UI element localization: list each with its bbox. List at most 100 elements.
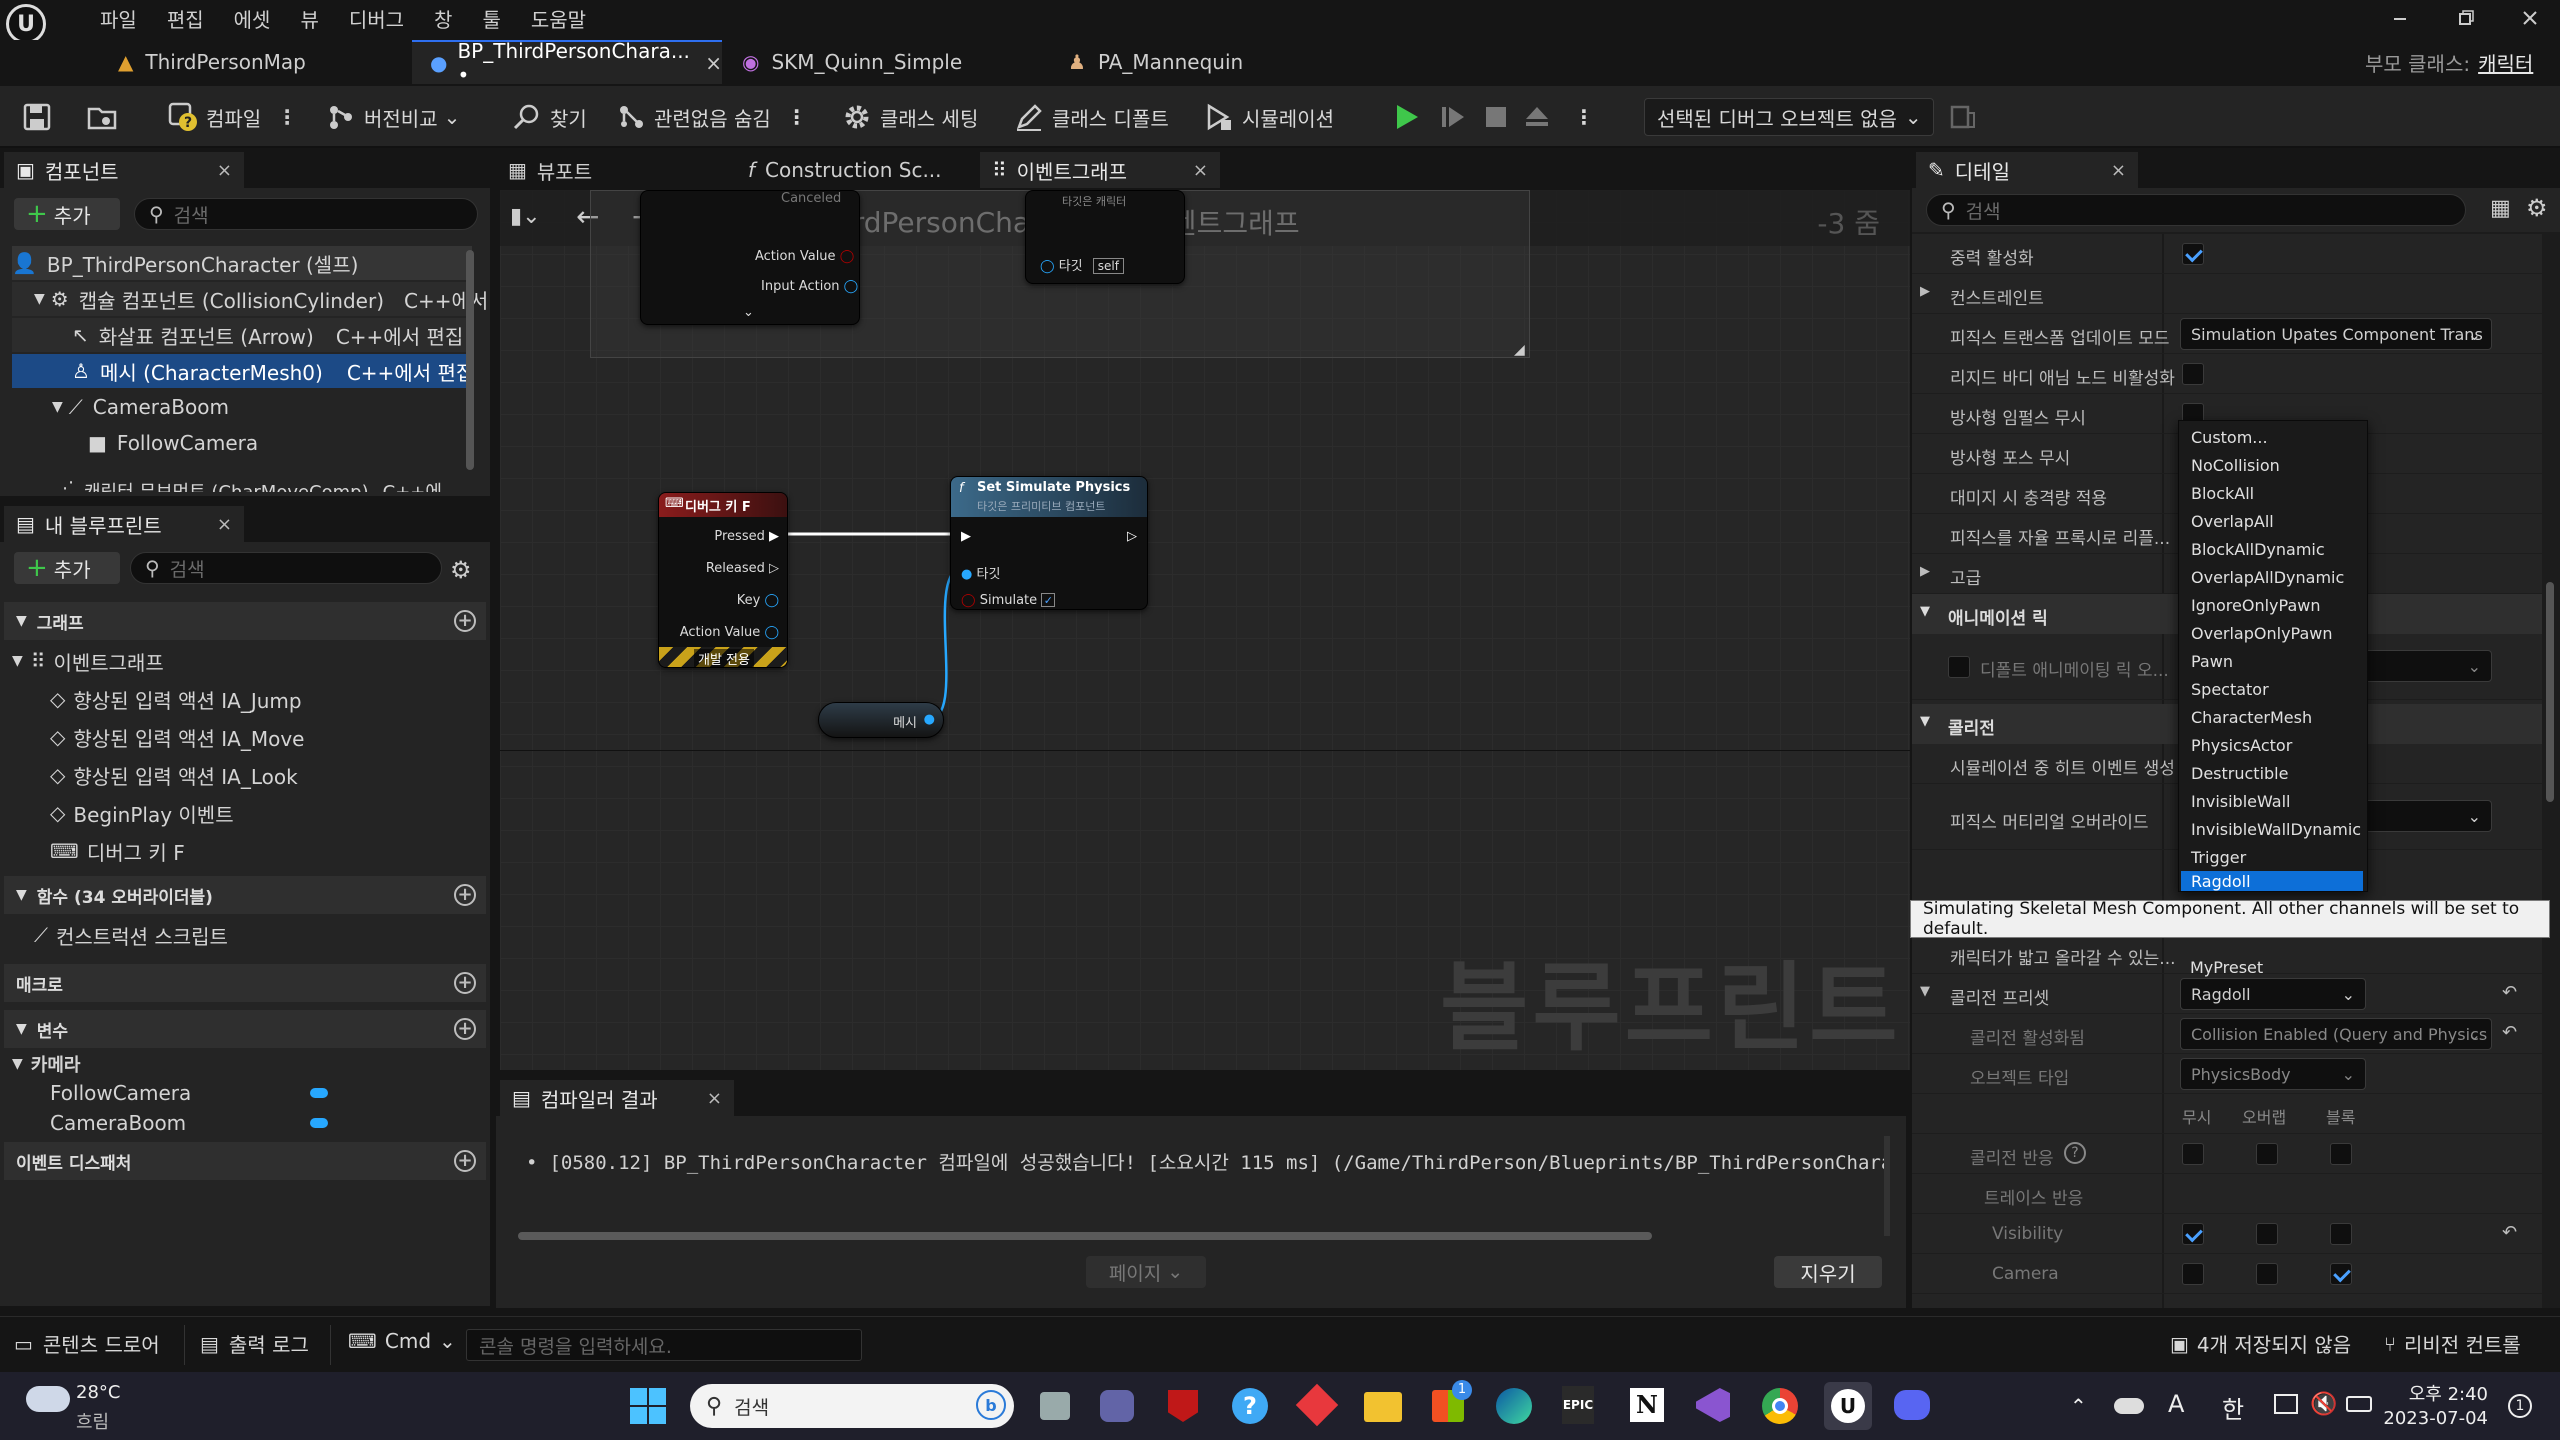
add-function-icon[interactable]: + [454,884,476,906]
revision-control-button[interactable]: ⑂ 리비전 컨트롤 [2384,1329,2521,1358]
tab-construction-script[interactable]: f Construction Sc... [736,152,976,188]
file-explorer-icon[interactable] [1364,1392,1402,1422]
epic-games-icon[interactable]: EPIC [1562,1386,1594,1424]
dropdown-item[interactable]: CharacterMesh [2181,703,2363,731]
menu-edit[interactable]: 편집 [167,4,204,33]
play-button[interactable] [1394,86,1428,148]
rig-override-checkbox[interactable] [1948,656,1970,678]
reset-arrow-icon[interactable]: ↶ [2502,1022,2517,1043]
event-item-ia-look[interactable]: ◇ 향상된 입력 액션 IA_Look [50,758,298,792]
collision-presets-combo[interactable]: Ragdoll ⌄ [2180,978,2366,1010]
browse-button[interactable] [86,86,126,148]
menu-window[interactable]: 창 [434,4,452,33]
event-graph-item[interactable]: ▼ ⠿ 이벤트그래프 [12,644,164,678]
close-icon[interactable]: × [705,51,722,75]
more-options-icon[interactable]: ⋮ [277,105,297,129]
dropdown-item[interactable]: PhysicsActor [2181,731,2363,759]
dropdown-item[interactable]: InvisibleWallDynamic [2181,815,2363,843]
tree-item-collision-cylinder[interactable]: ▼ ⚙ 캡슐 컴포넌트 (CollisionCylinder) C++에서 [12,282,488,316]
tree-item-charmovecomp[interactable]: ⋰ 캐릭터 무브먼트 (CharMoveComp) C++에 [12,470,472,492]
response-overlap-checkbox[interactable] [2256,1143,2278,1165]
response-ignore-checkbox[interactable] [2182,1143,2204,1165]
tab-event-graph[interactable]: ⠿ 이벤트그래프 × [980,152,1220,188]
event-item-ia-jump[interactable]: ◇ 향상된 입력 액션 IA_Jump [50,682,302,716]
settings-gear-icon[interactable]: ⚙ [2526,194,2548,222]
volume-mute-icon[interactable]: 🔇 [2310,1392,2337,1417]
construction-script-item[interactable]: ⟋ 컨스트럭션 스크립트 [34,918,228,952]
notification-badge[interactable]: 1 [2508,1394,2532,1418]
event-item-beginplay[interactable]: ◇ BeginPlay 이벤트 [50,796,234,830]
tree-item-self[interactable]: 👤 BP_ThirdPersonCharacter (셀프) [12,246,472,280]
variable-category-camera[interactable]: ▼ 카메라 [12,1050,80,1078]
dropdown-item[interactable]: InvisibleWall [2181,787,2363,815]
restore-button[interactable] [2450,6,2480,30]
menu-view[interactable]: 뷰 [300,4,318,33]
find-button[interactable]: 찾기 [512,86,587,148]
close-icon[interactable]: × [707,1088,722,1109]
camera-overlap-checkbox[interactable] [2256,1263,2278,1285]
dropdown-item-selected[interactable]: Ragdoll [2181,871,2363,891]
close-icon[interactable]: × [217,514,232,535]
notion-icon[interactable]: N [1630,1388,1664,1422]
eject-button[interactable] [1524,86,1558,148]
compile-button[interactable]: ? 컴파일 ⋮ [168,86,297,148]
unreal-logo-icon[interactable]: U [6,4,46,44]
set-simulate-physics-node[interactable]: f Set Simulate Physics 타깃은 프리미티브 컴포넌트 ▶ … [950,476,1148,610]
menu-file[interactable]: 파일 [100,4,137,33]
cmd-dropdown[interactable]: ⌨ Cmd ⌄ [348,1329,456,1353]
class-settings-button[interactable]: 클래스 세팅 [842,86,978,148]
red-diamond-app-icon[interactable] [1295,1383,1339,1427]
add-dispatcher-icon[interactable]: + [454,1150,476,1172]
close-window-button[interactable] [2515,6,2545,30]
close-icon[interactable]: × [2111,160,2126,181]
tree-item-cameraboom[interactable]: ▼ ⟋ CameraBoom [12,390,472,424]
tree-item-arrow[interactable]: ↖ 화살표 컴포넌트 (Arrow) C++에서 편집 [12,318,472,352]
tab-components[interactable]: ▣ 컴포넌트 × [4,152,244,188]
help-app-icon[interactable]: ? [1232,1388,1268,1424]
section-macros[interactable]: 매크로 + [4,964,486,1002]
dropdown-item[interactable]: OverlapOnlyPawn [2181,619,2363,647]
add-component-button[interactable]: + 추가 [14,198,120,230]
gravity-checkbox[interactable] [2182,243,2204,265]
checkbox-checked-icon[interactable]: ✓ [1041,593,1056,607]
close-icon[interactable]: × [1193,160,1208,181]
onedrive-icon[interactable] [2114,1398,2144,1414]
teams-chat-icon[interactable] [1100,1390,1134,1422]
reset-arrow-icon[interactable]: ↶ [2502,982,2517,1003]
reset-arrow-icon[interactable]: ↶ [2502,1222,2517,1243]
unreal-engine-taskbar-icon[interactable]: U [1824,1382,1872,1430]
debug-key-f-node[interactable]: ⌨ 디버그 키 F Pressed ▶ Released ▷ Key ◯ Act… [658,492,788,668]
dropdown-item[interactable]: OverlapAllDynamic [2181,563,2363,591]
output-pin[interactable]: ● [924,712,935,727]
tab-my-blueprint[interactable]: ▤ 내 블루프린트 × [4,506,244,542]
help-icon[interactable]: ? [2064,1142,2086,1164]
section-event-dispatchers[interactable]: 이벤트 디스패처 + [4,1142,486,1180]
battery-icon[interactable] [2346,1396,2372,1412]
variable-followcamera[interactable]: FollowCamera [50,1078,340,1108]
visual-studio-icon[interactable] [1696,1388,1730,1422]
mesh-getter-node[interactable]: 메시 ● [818,702,944,738]
components-scrollbar[interactable] [466,250,474,470]
visibility-block-checkbox[interactable] [2330,1223,2352,1245]
chevron-down-icon[interactable]: ▼ [52,399,63,415]
ime-mode-indicator[interactable]: A [2168,1390,2184,1418]
doc-tab-pa-mannequin[interactable]: ♟ PA_Mannequin [1050,40,1360,84]
dropdown-item[interactable]: OverlapAll [2181,507,2363,535]
more-options-icon[interactable]: ⋮ [787,105,807,129]
collision-enabled-combo[interactable]: Collision Enabled (Query and Physics ⌄ [2180,1018,2492,1050]
prop-constraints[interactable]: ▶ 컨스트레인트 [1912,274,2542,314]
ime-language-indicator[interactable]: 한 [2222,1390,2244,1425]
physics-transform-update-combo[interactable]: Simulation Upates Component Trans ⌄ [2180,318,2492,350]
event-item-debug-key-f[interactable]: ⌨ 디버그 키 F [50,834,185,868]
menu-asset[interactable]: 에셋 [234,4,271,33]
components-search-input[interactable]: ⚲ 검색 [134,198,478,230]
dropdown-item[interactable]: MyPreset [2190,958,2263,977]
content-drawer-button[interactable]: ▭ 콘텐츠 드로어 [14,1329,160,1358]
key-pin[interactable]: Key ◯ [737,593,779,608]
details-scrollbar[interactable] [2546,582,2554,802]
event-item-ia-move[interactable]: ◇ 향상된 입력 액션 IA_Move [50,720,304,754]
debug-filter-button[interactable] [1950,86,1984,148]
action-value-pin[interactable]: Action Value ◯ [680,625,779,640]
dropdown-item[interactable]: Destructible [2181,759,2363,787]
dropdown-item[interactable]: Trigger [2181,843,2363,871]
